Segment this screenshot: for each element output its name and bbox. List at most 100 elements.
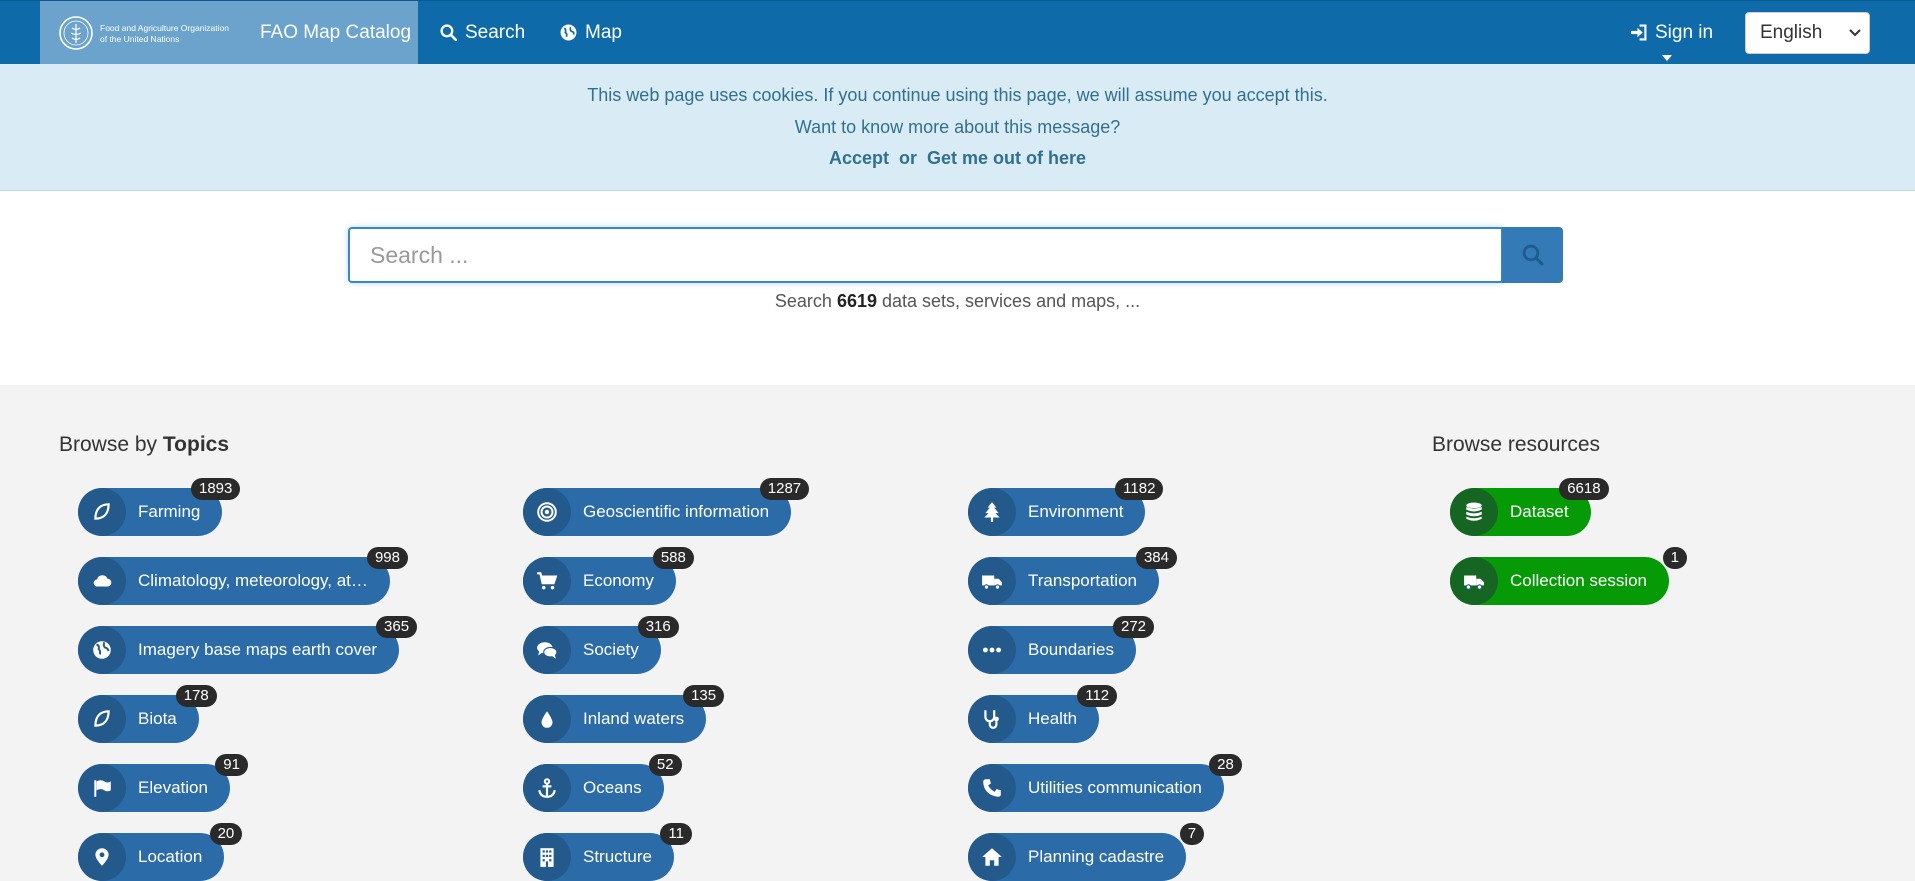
cookie-leave-link[interactable]: Get me out of here <box>927 148 1086 168</box>
topic-pill-dataset[interactable]: Dataset 6618 <box>1450 478 1609 536</box>
count-badge: 135 <box>683 685 725 707</box>
count-badge: 52 <box>648 754 682 776</box>
search-icon <box>440 24 458 42</box>
search-hint-suffix: data sets, services and maps, ... <box>882 291 1141 311</box>
topic-pill-inland-waters[interactable]: Inland waters 135 <box>523 685 725 743</box>
pill-label: Location <box>138 847 203 866</box>
phone-icon <box>968 764 1016 812</box>
pill-label: Boundaries <box>1028 640 1115 659</box>
globe-icon <box>560 24 577 41</box>
map-marker-icon <box>78 833 126 881</box>
top-navbar: Food and Agriculture Organization of the… <box>0 0 1915 65</box>
count-badge: 384 <box>1135 547 1177 569</box>
search-input[interactable]: Search ... <box>348 227 1503 283</box>
topic-pill-health[interactable]: Health 112 <box>968 685 1118 743</box>
cookie-banner: This web page uses cookies. If you conti… <box>0 64 1915 191</box>
cookie-or-text: or <box>899 148 917 168</box>
search-hint-prefix: Search <box>774 291 832 311</box>
pill-label: Planning cadastre <box>1028 847 1165 866</box>
topic-pill-boundaries[interactable]: Boundaries 272 <box>968 616 1155 674</box>
anchor-icon <box>523 764 571 812</box>
topic-pill-farming[interactable]: Farming 1893 <box>78 478 241 536</box>
topic-pill-oceans[interactable]: Oceans 52 <box>523 754 682 812</box>
topic-pill-society[interactable]: Society 316 <box>523 616 679 674</box>
pill-label: Inland waters <box>583 709 685 728</box>
resources-heading: Browse resources <box>1432 433 1601 456</box>
topic-pill-planning-cadastre[interactable]: Planning cadastre 7 <box>968 823 1205 881</box>
search-button[interactable] <box>1502 227 1563 283</box>
cloud-icon <box>78 557 126 605</box>
ellipsis-icon <box>968 626 1016 674</box>
topic-pill-structure[interactable]: Structure 11 <box>523 823 692 881</box>
topic-pill-elevation[interactable]: Elevation 91 <box>78 754 248 812</box>
count-badge: 1182 <box>1115 478 1164 500</box>
language-select[interactable]: English <box>1745 12 1870 54</box>
count-badge: 588 <box>652 547 694 569</box>
topic-pill-environment[interactable]: Environment 1182 <box>968 478 1164 536</box>
bullseye-icon <box>523 488 571 536</box>
search-count: 6619 <box>836 291 877 311</box>
sign-in-icon <box>1631 24 1647 41</box>
pill-label: Economy <box>583 571 654 590</box>
count-badge: 28 <box>1209 754 1242 776</box>
pill-label: Utilities communication <box>1028 778 1202 797</box>
pill-label: Collection session <box>1510 571 1648 590</box>
fao-logo-icon <box>59 16 93 50</box>
nav-search-link[interactable]: Search <box>440 1 525 65</box>
building-icon <box>523 833 571 881</box>
nav-map-link[interactable]: Map <box>560 1 622 65</box>
count-badge: 998 <box>366 547 408 569</box>
chevron-down-icon <box>1849 29 1861 37</box>
topic-pill-imagery-base-maps-earth-cover[interactable]: Imagery base maps earth cover 365 <box>78 616 418 674</box>
nav-search-label: Search <box>465 22 526 43</box>
tree-icon <box>968 488 1016 536</box>
topic-pill-economy[interactable]: Economy 588 <box>523 547 694 605</box>
topic-pill-utilities-communication[interactable]: Utilities communication 28 <box>968 754 1242 812</box>
pill-label: Health <box>1028 709 1078 728</box>
count-badge: 272 <box>1112 616 1155 638</box>
search-icon <box>1522 244 1543 266</box>
cookie-more-link[interactable]: Want to know more about this message? <box>0 117 1915 138</box>
search-section: Search ... Search 6619 data sets, servic… <box>0 191 1915 385</box>
topic-pill-collection-session[interactable]: Collection session 1 <box>1450 547 1688 605</box>
org-name: Food and Agriculture Organization of the… <box>100 23 285 45</box>
count-badge: 1287 <box>759 478 810 500</box>
leaf-icon <box>78 488 126 536</box>
caret-down-icon <box>1662 55 1672 61</box>
count-badge: 1893 <box>190 478 241 500</box>
count-badge: 365 <box>376 616 418 638</box>
topics-heading-prefix: Browse by <box>59 433 158 456</box>
pill-label: Biota <box>138 709 177 728</box>
org-name-line1: Food and Agriculture Organization <box>100 23 229 33</box>
pill-label: Oceans <box>583 778 642 797</box>
count-badge: 7 <box>1179 823 1205 845</box>
pill-label: Geoscientific information <box>583 502 770 521</box>
topic-pill-transportation[interactable]: Transportation 384 <box>968 547 1177 605</box>
search-hint: Search 6619 data sets, services and maps… <box>0 291 1915 312</box>
count-badge: 178 <box>175 685 217 707</box>
cookie-accept-link[interactable]: Accept <box>829 148 889 168</box>
truck-icon <box>968 557 1016 605</box>
pill-label: Climatology, meteorology, atm... <box>138 571 380 590</box>
brand-home-link[interactable]: Food and Agriculture Organization of the… <box>40 1 418 65</box>
count-badge: 91 <box>215 754 248 776</box>
pill-label: Dataset <box>1510 502 1569 521</box>
count-badge: 112 <box>1077 685 1118 707</box>
topics-heading-bold: Topics <box>162 433 230 456</box>
count-badge: 20 <box>209 823 243 845</box>
database-icon <box>1450 488 1498 536</box>
topic-pill-location[interactable]: Location 20 <box>78 823 243 881</box>
cart-icon <box>523 557 571 605</box>
count-badge: 11 <box>660 823 692 845</box>
count-badge: 6618 <box>1559 478 1609 500</box>
org-name-line2: of the United Nations <box>100 34 180 44</box>
topic-pill-biota[interactable]: Biota 178 <box>78 685 217 743</box>
pill-label: Society <box>583 640 639 659</box>
topic-pill-geoscientific-information[interactable]: Geoscientific information 1287 <box>523 478 810 536</box>
count-badge: 1 <box>1662 547 1688 569</box>
pill-label: Imagery base maps earth cover <box>138 640 378 659</box>
brand-title[interactable]: FAO Map Catalog <box>260 1 411 65</box>
topic-pill-climatology-meteorology-atm[interactable]: Climatology, meteorology, atm... 998 <box>78 547 408 605</box>
topics-heading: Browse by Topics <box>59 433 229 457</box>
pill-label: Transportation <box>1028 571 1137 590</box>
